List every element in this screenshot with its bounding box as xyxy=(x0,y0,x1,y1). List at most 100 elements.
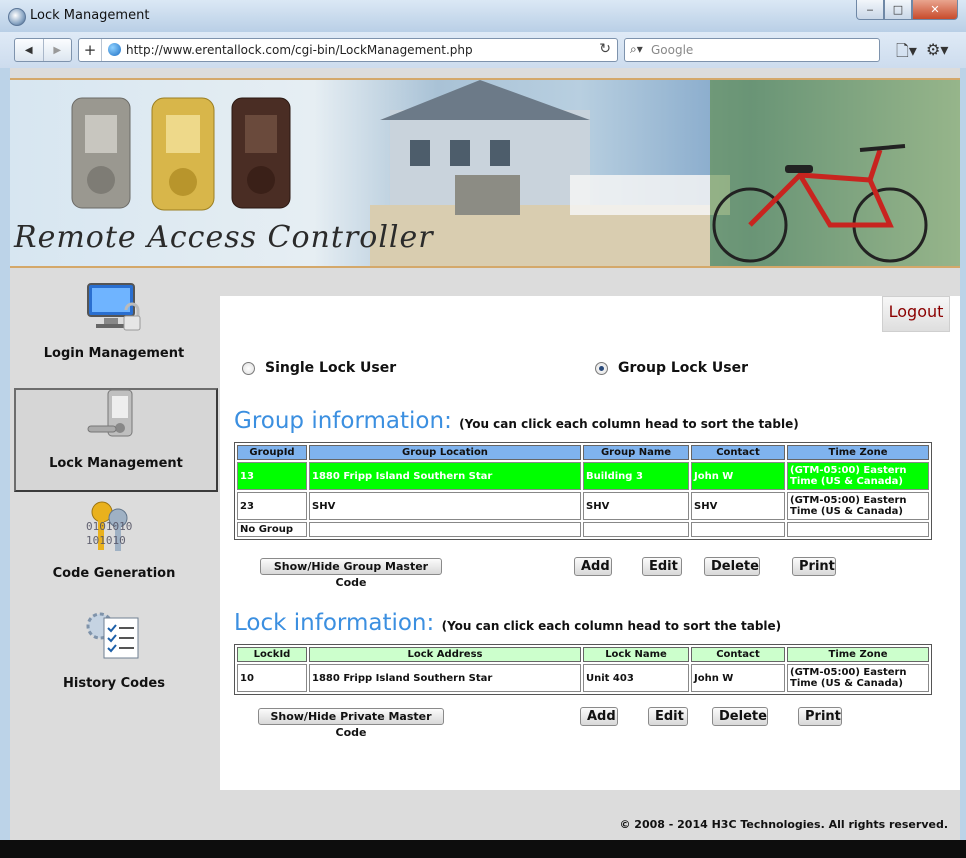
status-bar xyxy=(0,840,966,858)
minimize-button[interactable]: ‒ xyxy=(856,0,884,20)
page-menu-icon[interactable]: 🗋▾ xyxy=(896,40,917,67)
maximize-button[interactable]: □ xyxy=(884,0,912,20)
single-lock-label: Single Lock User xyxy=(265,360,397,376)
cell-contact: John W xyxy=(691,462,785,490)
lock-info-title: Lock information: xyxy=(234,610,435,636)
navigation-toolbar: ◀ ▶ + http://www.erentallock.com/cgi-bin… xyxy=(0,32,966,68)
lock-table: LockId Lock Address Lock Name Contact Ti… xyxy=(234,644,932,695)
cell-groupid: No Group xyxy=(237,522,307,537)
cell-group-name: SHV xyxy=(583,492,689,520)
browser-app-icon xyxy=(8,8,26,26)
lock-edit-button[interactable]: Edit xyxy=(648,707,688,726)
cell-groupid: 23 xyxy=(237,492,307,520)
lock-delete-button[interactable]: Delete xyxy=(712,707,768,726)
cell-time-zone: (GTM-05:00) Eastern Time (US & Canada) xyxy=(787,664,929,692)
banner-image: Remote Access Controller xyxy=(10,78,960,268)
cell-groupid: 13 xyxy=(237,462,307,490)
cell-lock-address: 1880 Fripp Island Southern Star xyxy=(309,664,581,692)
table-row[interactable]: No Group xyxy=(237,522,929,537)
keys-binary-icon: 0101010 101010 xyxy=(86,501,132,551)
sidebar-item-login-management[interactable]: Login Management xyxy=(14,278,214,378)
sidebar-item-lock-management[interactable]: Lock Management xyxy=(14,388,218,492)
table-row[interactable]: 10 1880 Fripp Island Southern Star Unit … xyxy=(237,664,929,692)
logout-button[interactable]: Logout xyxy=(882,296,950,332)
add-bookmark-icon[interactable]: + xyxy=(79,39,102,61)
url-text: http://www.erentallock.com/cgi-bin/LockM… xyxy=(126,43,473,57)
cell-lockid: 10 xyxy=(237,664,307,692)
sidebar-item-code-generation[interactable]: 0101010 101010 Code Generation xyxy=(14,498,214,598)
window-controls: ‒ □ ✕ xyxy=(856,0,958,20)
group-table-header: GroupId Group Location Group Name Contac… xyxy=(237,445,929,460)
address-bar[interactable]: + http://www.erentallock.com/cgi-bin/Loc… xyxy=(78,38,618,62)
computer-lock-icon xyxy=(87,283,141,331)
gear-icon[interactable]: ⚙▾ xyxy=(926,40,948,59)
sidebar: Login Management Lock Management 0101010… xyxy=(10,278,220,798)
sidebar-item-label: Login Management xyxy=(43,346,185,361)
search-input[interactable]: ⌕▾ Google xyxy=(624,38,880,62)
show-hide-group-master-code-button[interactable]: Show/Hide Group Master Code xyxy=(260,558,442,589)
sidebar-item-label: Lock Management xyxy=(49,456,183,471)
search-icon: ⌕▾ xyxy=(630,42,643,56)
group-print-button[interactable]: Print xyxy=(792,557,836,576)
keypad-lock-icon xyxy=(87,389,133,437)
column-header-group-name[interactable]: Group Name xyxy=(583,445,689,460)
svg-text:101010: 101010 xyxy=(86,534,126,547)
window-title: Lock Management xyxy=(30,8,150,23)
single-lock-user-option[interactable]: Single Lock User xyxy=(242,360,396,376)
table-row[interactable]: 13 1880 Fripp Island Southern Star Build… xyxy=(237,462,929,490)
group-delete-button[interactable]: Delete xyxy=(704,557,760,576)
show-hide-private-master-code-button[interactable]: Show/Hide Private Master Code xyxy=(258,708,444,739)
group-info-heading: Group information: (You can click each c… xyxy=(234,408,799,434)
web-page: Remote Access Controller Login Managemen… xyxy=(10,68,960,840)
table-row[interactable]: 23 SHV SHV SHV (GTM-05:00) Eastern Time … xyxy=(237,492,929,520)
group-info-subtitle: (You can click each column head to sort … xyxy=(459,417,799,431)
column-header-lockid[interactable]: LockId xyxy=(237,647,307,662)
column-header-group-location[interactable]: Group Location xyxy=(309,445,581,460)
lock-info-heading: Lock information: (You can click each co… xyxy=(234,610,781,636)
main-content: Logout Single Lock User Group Lock User … xyxy=(220,296,960,790)
search-placeholder: Google xyxy=(651,43,694,57)
cell-time-zone: (GTM-05:00) Eastern Time (US & Canada) xyxy=(787,492,929,520)
cell-contact: SHV xyxy=(691,492,785,520)
cell-group-name xyxy=(583,522,689,537)
banner-title: Remote Access Controller xyxy=(14,220,434,255)
cell-group-location: SHV xyxy=(309,492,581,520)
close-button[interactable]: ✕ xyxy=(912,0,958,20)
column-header-time-zone[interactable]: Time Zone xyxy=(787,647,929,662)
cell-time-zone: (GTM-05:00) Eastern Time (US & Canada) xyxy=(787,462,929,490)
cell-contact xyxy=(691,522,785,537)
sidebar-item-history-codes[interactable]: History Codes xyxy=(14,608,214,708)
lock-add-button[interactable]: Add xyxy=(580,707,618,726)
column-header-contact[interactable]: Contact xyxy=(691,445,785,460)
column-header-time-zone[interactable]: Time Zone xyxy=(787,445,929,460)
sidebar-item-label: Code Generation xyxy=(52,566,176,581)
sidebar-item-label: History Codes xyxy=(63,676,165,691)
column-header-lock-name[interactable]: Lock Name xyxy=(583,647,689,662)
browser-window: Lock Management ‒ □ ✕ ◀ ▶ + http://www.e… xyxy=(0,0,966,858)
group-lock-user-option[interactable]: Group Lock User xyxy=(595,360,748,376)
forward-button[interactable]: ▶ xyxy=(42,39,72,61)
cell-group-name: Building 3 xyxy=(583,462,689,490)
column-header-lock-address[interactable]: Lock Address xyxy=(309,647,581,662)
single-lock-radio[interactable] xyxy=(242,361,255,375)
lock-print-button[interactable]: Print xyxy=(798,707,842,726)
group-table: GroupId Group Location Group Name Contac… xyxy=(234,442,932,540)
group-info-title: Group information: xyxy=(234,408,452,434)
copyright-footer: © 2008 - 2014 H3C Technologies. All righ… xyxy=(619,818,948,831)
globe-icon xyxy=(108,43,121,56)
svg-text:0101010: 0101010 xyxy=(86,520,132,533)
group-add-button[interactable]: Add xyxy=(574,557,612,576)
group-lock-radio[interactable] xyxy=(595,361,608,375)
lock-table-header: LockId Lock Address Lock Name Contact Ti… xyxy=(237,647,929,662)
checklist-gear-icon xyxy=(86,612,139,659)
group-edit-button[interactable]: Edit xyxy=(642,557,682,576)
reload-icon[interactable]: ↻ xyxy=(599,41,611,57)
column-header-contact[interactable]: Contact xyxy=(691,647,785,662)
cell-contact: John W xyxy=(691,664,785,692)
back-button[interactable]: ◀ xyxy=(15,39,43,61)
column-header-groupid[interactable]: GroupId xyxy=(237,445,307,460)
cell-lock-name: Unit 403 xyxy=(583,664,689,692)
group-lock-label: Group Lock User xyxy=(618,360,748,376)
cell-group-location xyxy=(309,522,581,537)
cell-time-zone xyxy=(787,522,929,537)
